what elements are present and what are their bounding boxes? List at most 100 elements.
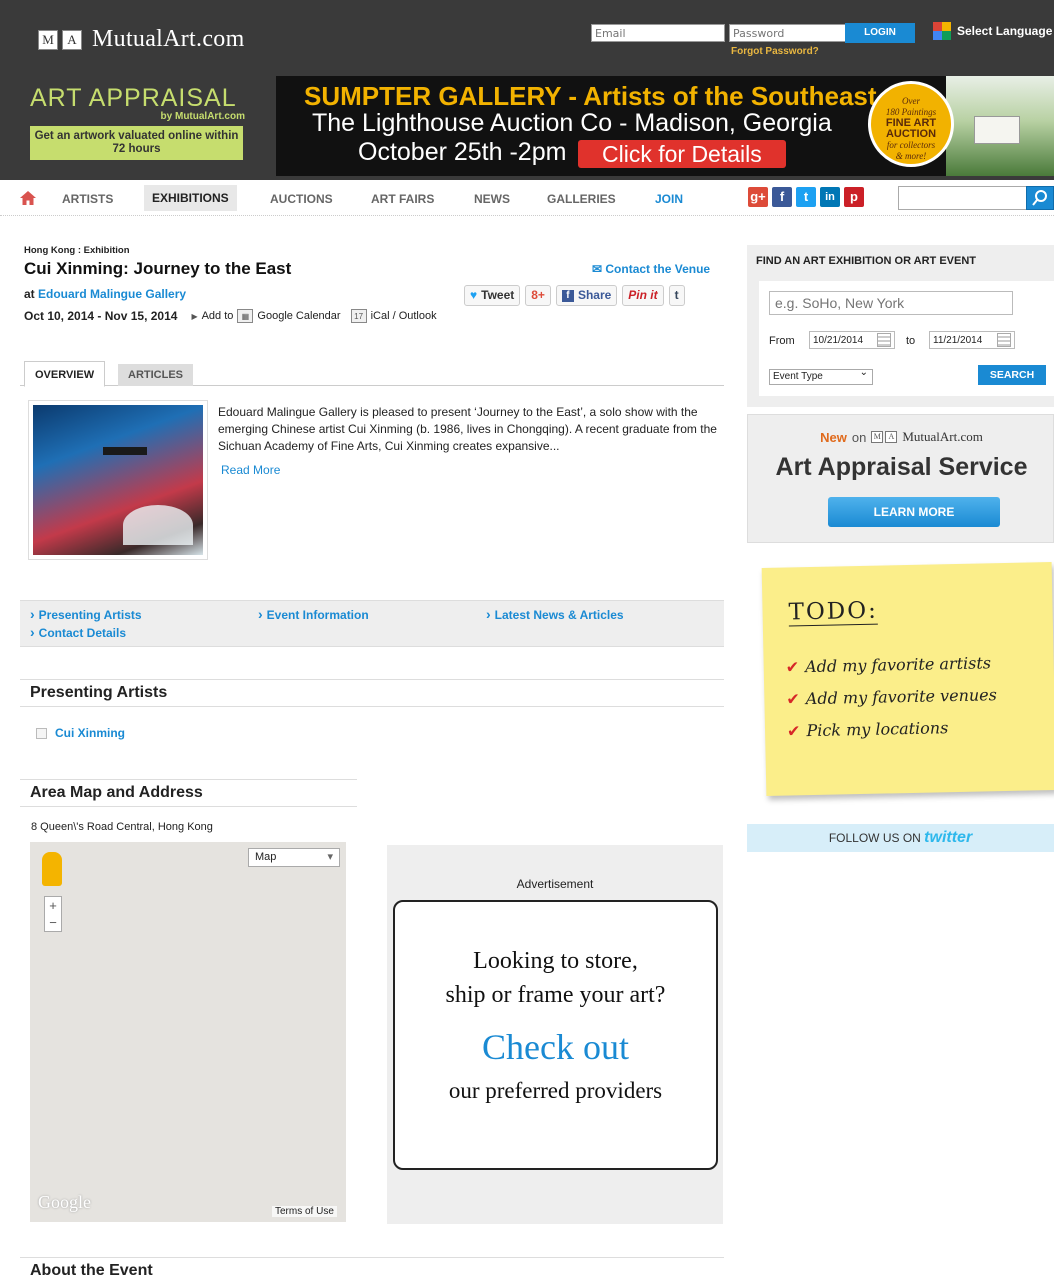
logo-letter-a: A bbox=[62, 29, 82, 50]
event-type-select[interactable]: Event Type bbox=[769, 366, 873, 385]
email-field[interactable] bbox=[591, 24, 725, 42]
exhibition-image[interactable] bbox=[28, 400, 208, 560]
google-calendar-link[interactable]: Google Calendar bbox=[257, 310, 340, 322]
at-label: at bbox=[24, 287, 35, 301]
advertisement-label: Advertisement bbox=[516, 877, 594, 891]
triangle-right-icon: ▶ bbox=[191, 311, 198, 321]
google-plus-icon[interactable]: g+ bbox=[748, 187, 768, 207]
forgot-password-link[interactable]: Forgot Password? bbox=[731, 46, 819, 57]
quicknav-event-information[interactable]: Event Information bbox=[258, 606, 369, 622]
advert-card[interactable]: Looking to store, ship or frame your art?… bbox=[393, 900, 718, 1170]
advert-line-1: Looking to store, bbox=[473, 948, 638, 974]
nav-auctions[interactable]: AUCTIONS bbox=[270, 192, 333, 206]
banner-cta-button[interactable]: Click for Details bbox=[578, 140, 786, 168]
add-to-label: Add to bbox=[201, 310, 234, 322]
aas-title: Art Appraisal Service bbox=[775, 453, 1028, 481]
venue-link[interactable]: Edouard Malingue Gallery bbox=[38, 287, 186, 301]
facebook-share-button[interactable]: f Share bbox=[555, 285, 618, 306]
envelope-icon: ✉ bbox=[592, 262, 606, 276]
aas-new: New bbox=[820, 429, 847, 445]
from-calendar-icon[interactable] bbox=[877, 333, 891, 347]
pinterest-icon[interactable]: p bbox=[844, 187, 864, 207]
read-more-link[interactable]: Read More bbox=[221, 463, 280, 477]
artist-checkbox[interactable] bbox=[36, 727, 47, 739]
quicknav-latest-news[interactable]: Latest News & Articles bbox=[486, 606, 624, 622]
facebook-icon-small: f bbox=[561, 289, 574, 302]
pinit-button[interactable]: Pin it bbox=[622, 285, 664, 306]
todo-title: TODO: bbox=[788, 597, 879, 627]
presenting-artists-heading: Presenting Artists bbox=[20, 679, 724, 707]
search-icon[interactable] bbox=[1026, 186, 1054, 210]
linkedin-icon[interactable]: in bbox=[820, 187, 840, 207]
advert-line-4: our preferred providers bbox=[448, 1078, 663, 1103]
learn-more-button[interactable]: LEARN MORE bbox=[828, 497, 1000, 527]
aas-site: MutualArt.com bbox=[902, 429, 983, 444]
advertisement-box: Advertisement Looking to store, ship or f… bbox=[387, 845, 723, 1224]
map-terms-link[interactable]: Terms of Use bbox=[272, 1206, 337, 1217]
todo-item: Add my favorite venues bbox=[786, 685, 997, 708]
nav-news[interactable]: NEWS bbox=[474, 192, 510, 206]
google-logo: Google bbox=[38, 1192, 91, 1212]
google-translate-icon bbox=[933, 22, 951, 40]
advert-check-out[interactable]: Check out bbox=[395, 1026, 716, 1068]
twitter-icon[interactable]: t bbox=[796, 187, 816, 207]
art-appraisal-ad[interactable]: ART APPRAISAL by MutualArt.com Get an ar… bbox=[30, 84, 245, 160]
nav-join[interactable]: JOIN bbox=[655, 192, 683, 206]
site-search-input[interactable] bbox=[898, 186, 1036, 210]
nav-galleries[interactable]: GALLERIES bbox=[547, 192, 616, 206]
aas-on: on bbox=[851, 429, 867, 445]
contact-venue-label: Contact the Venue bbox=[605, 262, 711, 276]
tab-overview[interactable]: OVERVIEW bbox=[24, 361, 106, 387]
tab-articles[interactable]: ARTICLES bbox=[118, 364, 193, 386]
street-view-pegman-icon[interactable] bbox=[42, 852, 62, 886]
about-event-heading: About the Event bbox=[20, 1257, 724, 1276]
tweet-button[interactable]: ♥ Tweet bbox=[464, 285, 521, 306]
appraisal-service-ad[interactable]: New on MA MutualArt.com Art Appraisal Se… bbox=[747, 414, 1054, 543]
home-icon[interactable] bbox=[20, 191, 36, 205]
contact-venue-link[interactable]: ✉ Contact the Venue bbox=[592, 262, 710, 276]
auction-banner[interactable]: SUMPTER GALLERY - Artists of the Southea… bbox=[276, 76, 1054, 176]
aas-new-line: New on MA MutualArt.com bbox=[748, 429, 1054, 445]
map-zoom-control[interactable]: + − bbox=[44, 896, 62, 932]
nav-artists[interactable]: ARTISTS bbox=[62, 192, 113, 206]
twitter-wordmark: twitter bbox=[924, 829, 973, 846]
password-field[interactable] bbox=[729, 24, 863, 42]
event-dates: Oct 10, 2014 - Nov 15, 2014 bbox=[24, 309, 178, 323]
twitter-bird-icon: ♥ bbox=[470, 288, 478, 302]
find-event-box: FIND AN ART EXHIBITION OR ART EVENT From… bbox=[747, 245, 1054, 407]
mini-logo-icon: MA bbox=[871, 431, 898, 443]
location-search-input[interactable] bbox=[769, 291, 1013, 315]
appraisal-button[interactable]: Get an artwork valuated online within 72… bbox=[30, 126, 243, 160]
find-search-button[interactable]: SEARCH bbox=[978, 365, 1046, 385]
google-plus-share-button[interactable]: 8+ bbox=[525, 285, 551, 306]
fb-share-label: Share bbox=[577, 288, 612, 302]
area-map[interactable]: +− Map Google Terms of Use bbox=[30, 842, 346, 1222]
artist-row: Cui Xinming bbox=[36, 726, 125, 740]
nav-exhibitions[interactable]: EXHIBITIONS bbox=[144, 185, 237, 211]
follow-twitter-bar[interactable]: FOLLOW US ON twitter bbox=[747, 824, 1054, 852]
venue-address: 8 Queen\'s Road Central, Hong Kong bbox=[31, 821, 213, 833]
advert-line-2: ship or frame your art? bbox=[445, 982, 666, 1008]
todo-item: Add my favorite artists bbox=[786, 653, 991, 676]
select-language-label: Select Language bbox=[957, 24, 1053, 38]
quicknav-presenting-artists[interactable]: Presenting Artists bbox=[30, 606, 142, 622]
site-name: MutualArt.com bbox=[92, 26, 245, 52]
ical-link[interactable]: iCal / Outlook bbox=[371, 310, 437, 322]
quicknav-contact-details[interactable]: Contact Details bbox=[30, 624, 126, 640]
to-calendar-icon[interactable] bbox=[997, 333, 1011, 347]
tumblr-button[interactable]: t bbox=[668, 285, 685, 306]
nav-art-fairs[interactable]: ART FAIRS bbox=[371, 192, 434, 206]
breadcrumb: Hong Kong : Exhibition bbox=[24, 245, 130, 256]
site-logo[interactable]: M A MutualArt.com bbox=[38, 26, 245, 53]
event-description: Edouard Malingue Gallery is pleased to p… bbox=[218, 405, 717, 453]
share-buttons: ♥ Tweet 8+ f Share Pin it t bbox=[464, 285, 685, 306]
appraisal-title: ART APPRAISAL bbox=[30, 84, 237, 112]
facebook-icon[interactable]: f bbox=[772, 187, 792, 207]
todo-item: Pick my locations bbox=[787, 718, 948, 740]
todo-sticky-note[interactable]: TODO: Add my favorite artists Add my fav… bbox=[761, 561, 1054, 797]
select-language[interactable]: Select Language bbox=[933, 22, 1052, 40]
map-type-select[interactable]: Map bbox=[248, 848, 340, 867]
find-event-heading: FIND AN ART EXHIBITION OR ART EVENT bbox=[756, 255, 976, 267]
artist-link[interactable]: Cui Xinming bbox=[55, 726, 125, 740]
login-button[interactable]: LOGIN bbox=[845, 23, 915, 43]
